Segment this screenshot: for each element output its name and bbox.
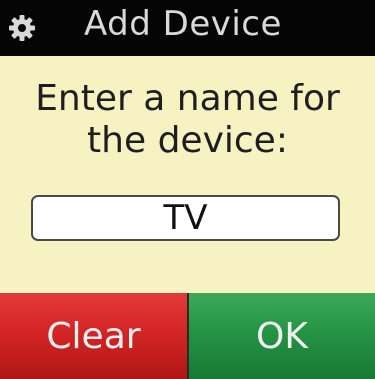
prompt-line-1: Enter a name for [35,78,340,119]
title-bar: Add Device [0,0,375,56]
prompt-line-2: the device: [87,120,288,161]
clear-button[interactable]: Clear [0,293,187,379]
page-title: Add Device [84,4,282,44]
ok-button[interactable]: OK [189,293,375,379]
button-bar: Clear OK [0,293,375,379]
content-area: Enter a name for the device: [0,56,375,293]
gear-icon[interactable] [9,15,35,41]
add-device-screen: Add Device Enter a name for the device: … [0,0,375,379]
device-name-input[interactable] [31,195,340,241]
prompt-text: Enter a name for the device: [0,78,375,162]
